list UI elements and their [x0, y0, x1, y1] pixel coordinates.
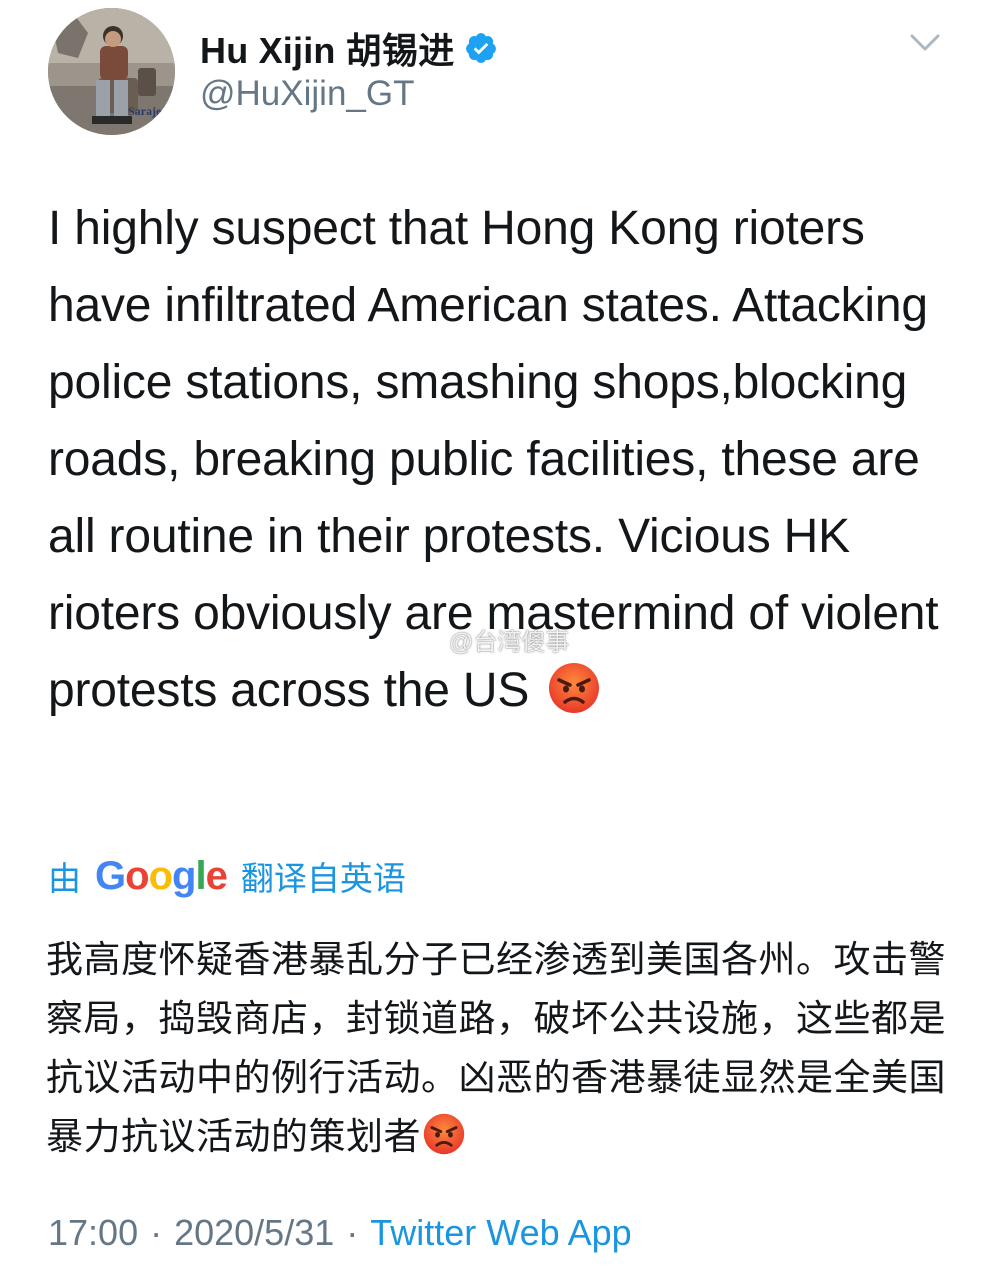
- tweet-source-link[interactable]: Twitter Web App: [370, 1212, 631, 1254]
- avatar-caption: Saraje: [128, 104, 162, 118]
- google-logo: Google: [95, 853, 228, 898]
- meta-separator: ·: [150, 1212, 163, 1253]
- translated-text: 我高度怀疑香港暴乱分子已经渗透到美国各州。攻击警察局，捣毁商店，封锁道路，破坏公…: [46, 930, 946, 1166]
- user-handle[interactable]: @HuXijin_GT: [200, 74, 414, 114]
- angry-face-icon: [423, 1113, 465, 1155]
- translation-attribution[interactable]: 由 Google 翻译自英语: [48, 852, 406, 900]
- translation-prefix: 由: [48, 860, 81, 897]
- chevron-down-icon[interactable]: [908, 30, 942, 56]
- translation-suffix: 翻译自英语: [240, 860, 406, 897]
- weibo-logo-icon: [406, 628, 441, 653]
- translated-body: 我高度怀疑香港暴乱分子已经渗透到美国各州。攻击警察局，捣毁商店，封锁道路，破坏公…: [46, 939, 946, 1157]
- tweet-time[interactable]: 17:00: [48, 1212, 138, 1254]
- angry-face-icon: [549, 663, 600, 713]
- author-name-row: Hu Xijin 胡锡进: [200, 22, 498, 74]
- watermark-text: @台湾傻事: [449, 629, 570, 656]
- weibo-watermark: @台湾傻事: [405, 622, 569, 657]
- avatar[interactable]: Saraje: [48, 8, 175, 135]
- tweet-meta: 17:00 · 2020/5/31 · Twitter Web App: [48, 1212, 632, 1254]
- tweet-date[interactable]: 2020/5/31: [174, 1212, 334, 1254]
- meta-separator: ·: [346, 1212, 359, 1253]
- verified-badge-icon: [466, 33, 497, 63]
- display-name[interactable]: Hu Xijin 胡锡进: [200, 22, 454, 74]
